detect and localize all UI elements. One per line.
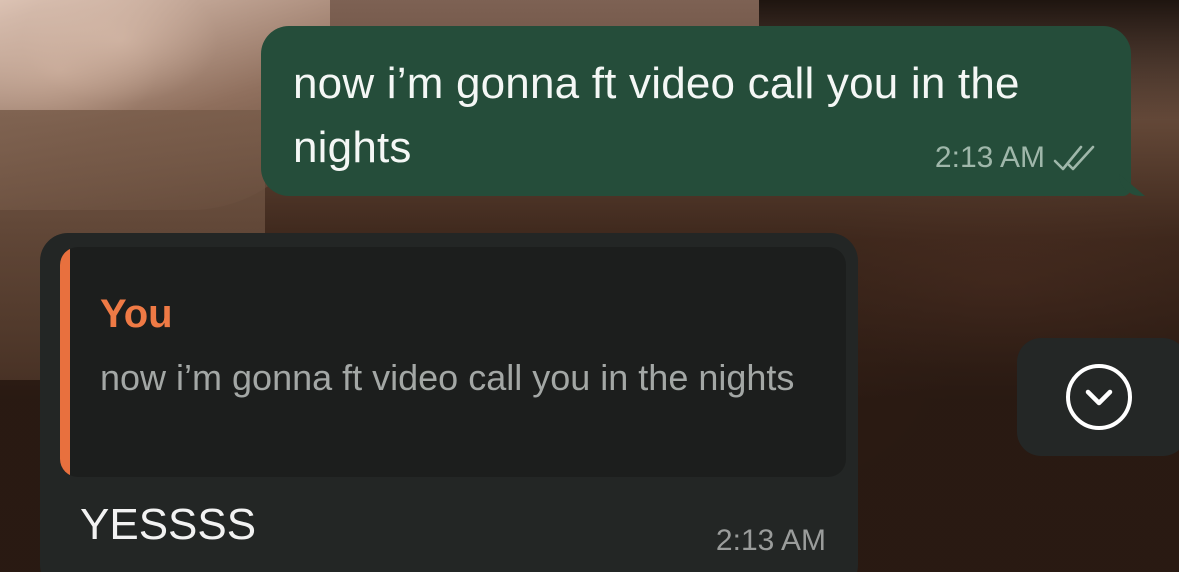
message-time: 2:13 AM bbox=[715, 524, 826, 557]
reply-author: You bbox=[100, 292, 173, 336]
message-time: 2:13 AM bbox=[934, 141, 1045, 174]
incoming-message-text: YESSSS bbox=[80, 500, 257, 549]
scroll-to-bottom-button[interactable] bbox=[1017, 338, 1179, 456]
message-meta: 2:13 AM bbox=[935, 140, 1101, 176]
incoming-message-bubble[interactable]: You now i’m gonna ft video call you in t… bbox=[40, 233, 858, 572]
chevron-down-circle-icon bbox=[1066, 364, 1132, 430]
outgoing-message-bubble[interactable]: now i’m gonna ft video call you in the n… bbox=[261, 26, 1145, 196]
reply-accent-bar bbox=[60, 247, 70, 477]
reply-quoted-text: now i’m gonna ft video call you in the n… bbox=[100, 357, 795, 398]
reply-quote[interactable]: You now i’m gonna ft video call you in t… bbox=[60, 247, 846, 477]
double-check-read-icon bbox=[1053, 145, 1095, 171]
